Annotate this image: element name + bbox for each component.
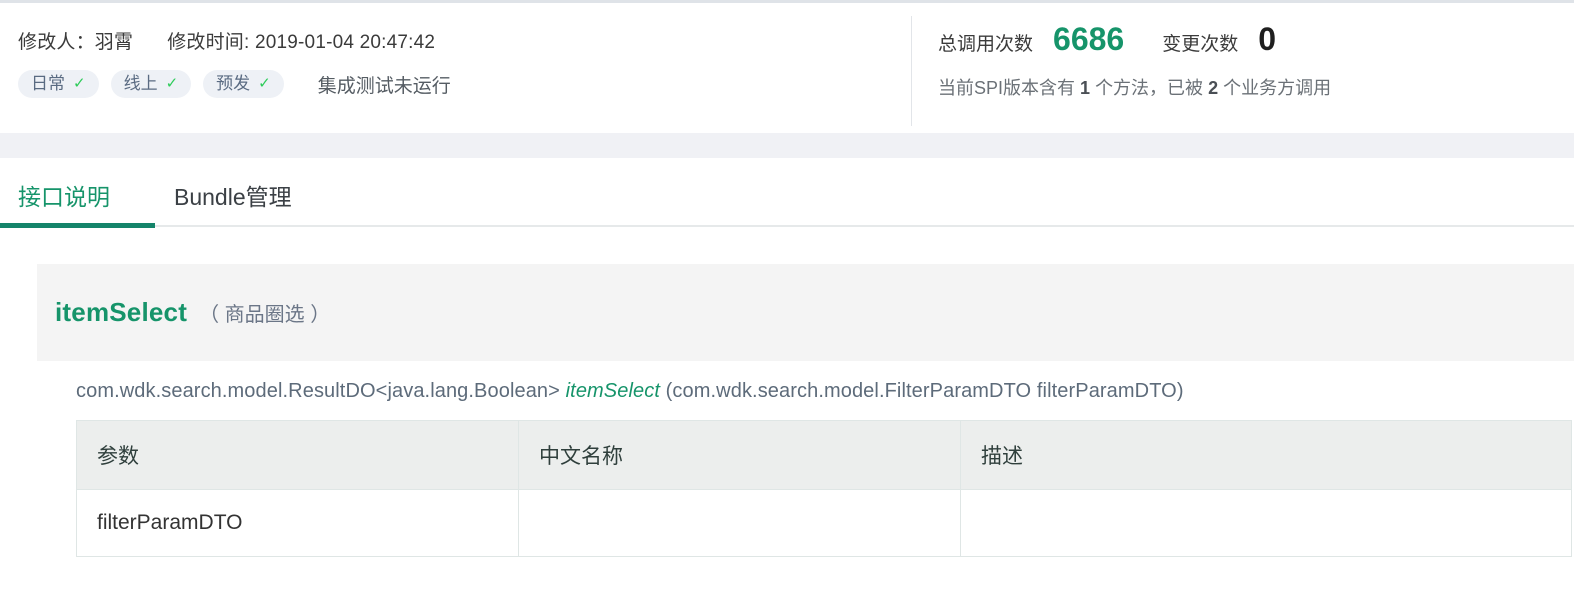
env-badge-daily[interactable]: 日常 ✓ — [18, 70, 99, 98]
column-header-param: 参数 — [76, 420, 519, 490]
meta-row: 修改人：羽霄 修改时间: 2019-01-04 20:47:42 — [18, 3, 898, 54]
table-row: filterParamDTO — [76, 489, 1572, 557]
total-calls-value: 6686 — [1053, 21, 1125, 57]
env-badge-online[interactable]: 线上 ✓ — [110, 70, 192, 98]
content-area: itemSelect （ 商品圈选 ） com.wdk.search.model… — [0, 264, 1574, 557]
tab-bar: 接口说明 Bundle管理 — [0, 158, 1574, 236]
header-vertical-divider — [911, 16, 912, 126]
check-icon: ✓ — [73, 75, 86, 92]
check-icon: ✓ — [258, 75, 271, 92]
column-header-description: 描述 — [960, 420, 1572, 490]
parameter-table-head: 参数 中文名称 描述 — [76, 420, 1572, 490]
tab-baseline — [155, 225, 1574, 227]
signature-method-name: itemSelect — [565, 380, 660, 402]
env-badge-prerelease[interactable]: 预发 ✓ — [203, 70, 284, 98]
change-count-value: 0 — [1258, 21, 1277, 57]
table-header-row: 参数 中文名称 描述 — [76, 420, 1572, 490]
spi-note-part-1: 当前SPI版本含有 — [938, 78, 1076, 98]
page-header: 修改人：羽霄 修改时间: 2019-01-04 20:47:42 日常 ✓ 线上… — [0, 3, 1574, 133]
column-header-chinese-name: 中文名称 — [518, 420, 961, 490]
method-signature: com.wdk.search.model.ResultDO<java.lang.… — [76, 380, 1574, 403]
spi-consumer-count: 2 — [1208, 78, 1219, 98]
check-icon: ✓ — [165, 75, 179, 92]
signature-return-type: com.wdk.search.model.ResultDO<java.lang.… — [76, 380, 560, 402]
editor-label: 修改人：羽霄 — [18, 32, 134, 53]
header-left-panel: 修改人：羽霄 修改时间: 2019-01-04 20:47:42 日常 ✓ 线上… — [18, 3, 898, 98]
tab-list: 接口说明 Bundle管理 — [0, 158, 1574, 212]
modified-time-label: 修改时间: 2019-01-04 20:47:42 — [167, 32, 436, 53]
parameter-table-body: filterParamDTO — [76, 489, 1572, 557]
method-name: itemSelect — [55, 297, 188, 327]
environment-badge-row: 日常 ✓ 线上 ✓ 预发 ✓ 集成测试未运行 — [18, 70, 898, 98]
integration-test-status: 集成测试未运行 — [317, 75, 451, 97]
header-right-panel: 总调用次数 6686 变更次数 0 当前SPI版本含有 1 个方法，已被 2 个… — [938, 3, 1574, 100]
tab-interface-description[interactable]: 接口说明 — [18, 178, 144, 212]
env-badge-prerelease-label: 预发 — [216, 74, 251, 93]
cell-chinese-name — [518, 489, 961, 557]
stats-row: 总调用次数 6686 变更次数 0 — [938, 3, 1574, 58]
change-count-label: 变更次数 — [1162, 34, 1239, 55]
total-calls-label: 总调用次数 — [938, 34, 1034, 55]
header-content-separator-band — [0, 133, 1574, 158]
spi-note-part-3: 个业务方调用 — [1223, 78, 1332, 98]
parameter-table: 参数 中文名称 描述 filterParamDTO — [76, 420, 1572, 557]
tab-active-underline — [0, 223, 155, 228]
method-chinese-name: （ 商品圈选 ） — [199, 304, 331, 326]
spi-version-note: 当前SPI版本含有 1 个方法，已被 2 个业务方调用 — [938, 74, 1574, 100]
method-header: itemSelect （ 商品圈选 ） — [37, 264, 1574, 361]
cell-description — [960, 489, 1572, 557]
env-badge-daily-label: 日常 — [31, 74, 65, 93]
env-badge-online-label: 线上 — [123, 74, 158, 93]
spi-method-count: 1 — [1080, 78, 1091, 98]
spi-note-part-2: 个方法，已被 — [1095, 78, 1204, 98]
signature-params: (com.wdk.search.model.FilterParamDTO fil… — [665, 380, 1184, 402]
cell-param-name: filterParamDTO — [76, 489, 519, 557]
tab-bundle-management[interactable]: Bundle管理 — [174, 178, 326, 212]
